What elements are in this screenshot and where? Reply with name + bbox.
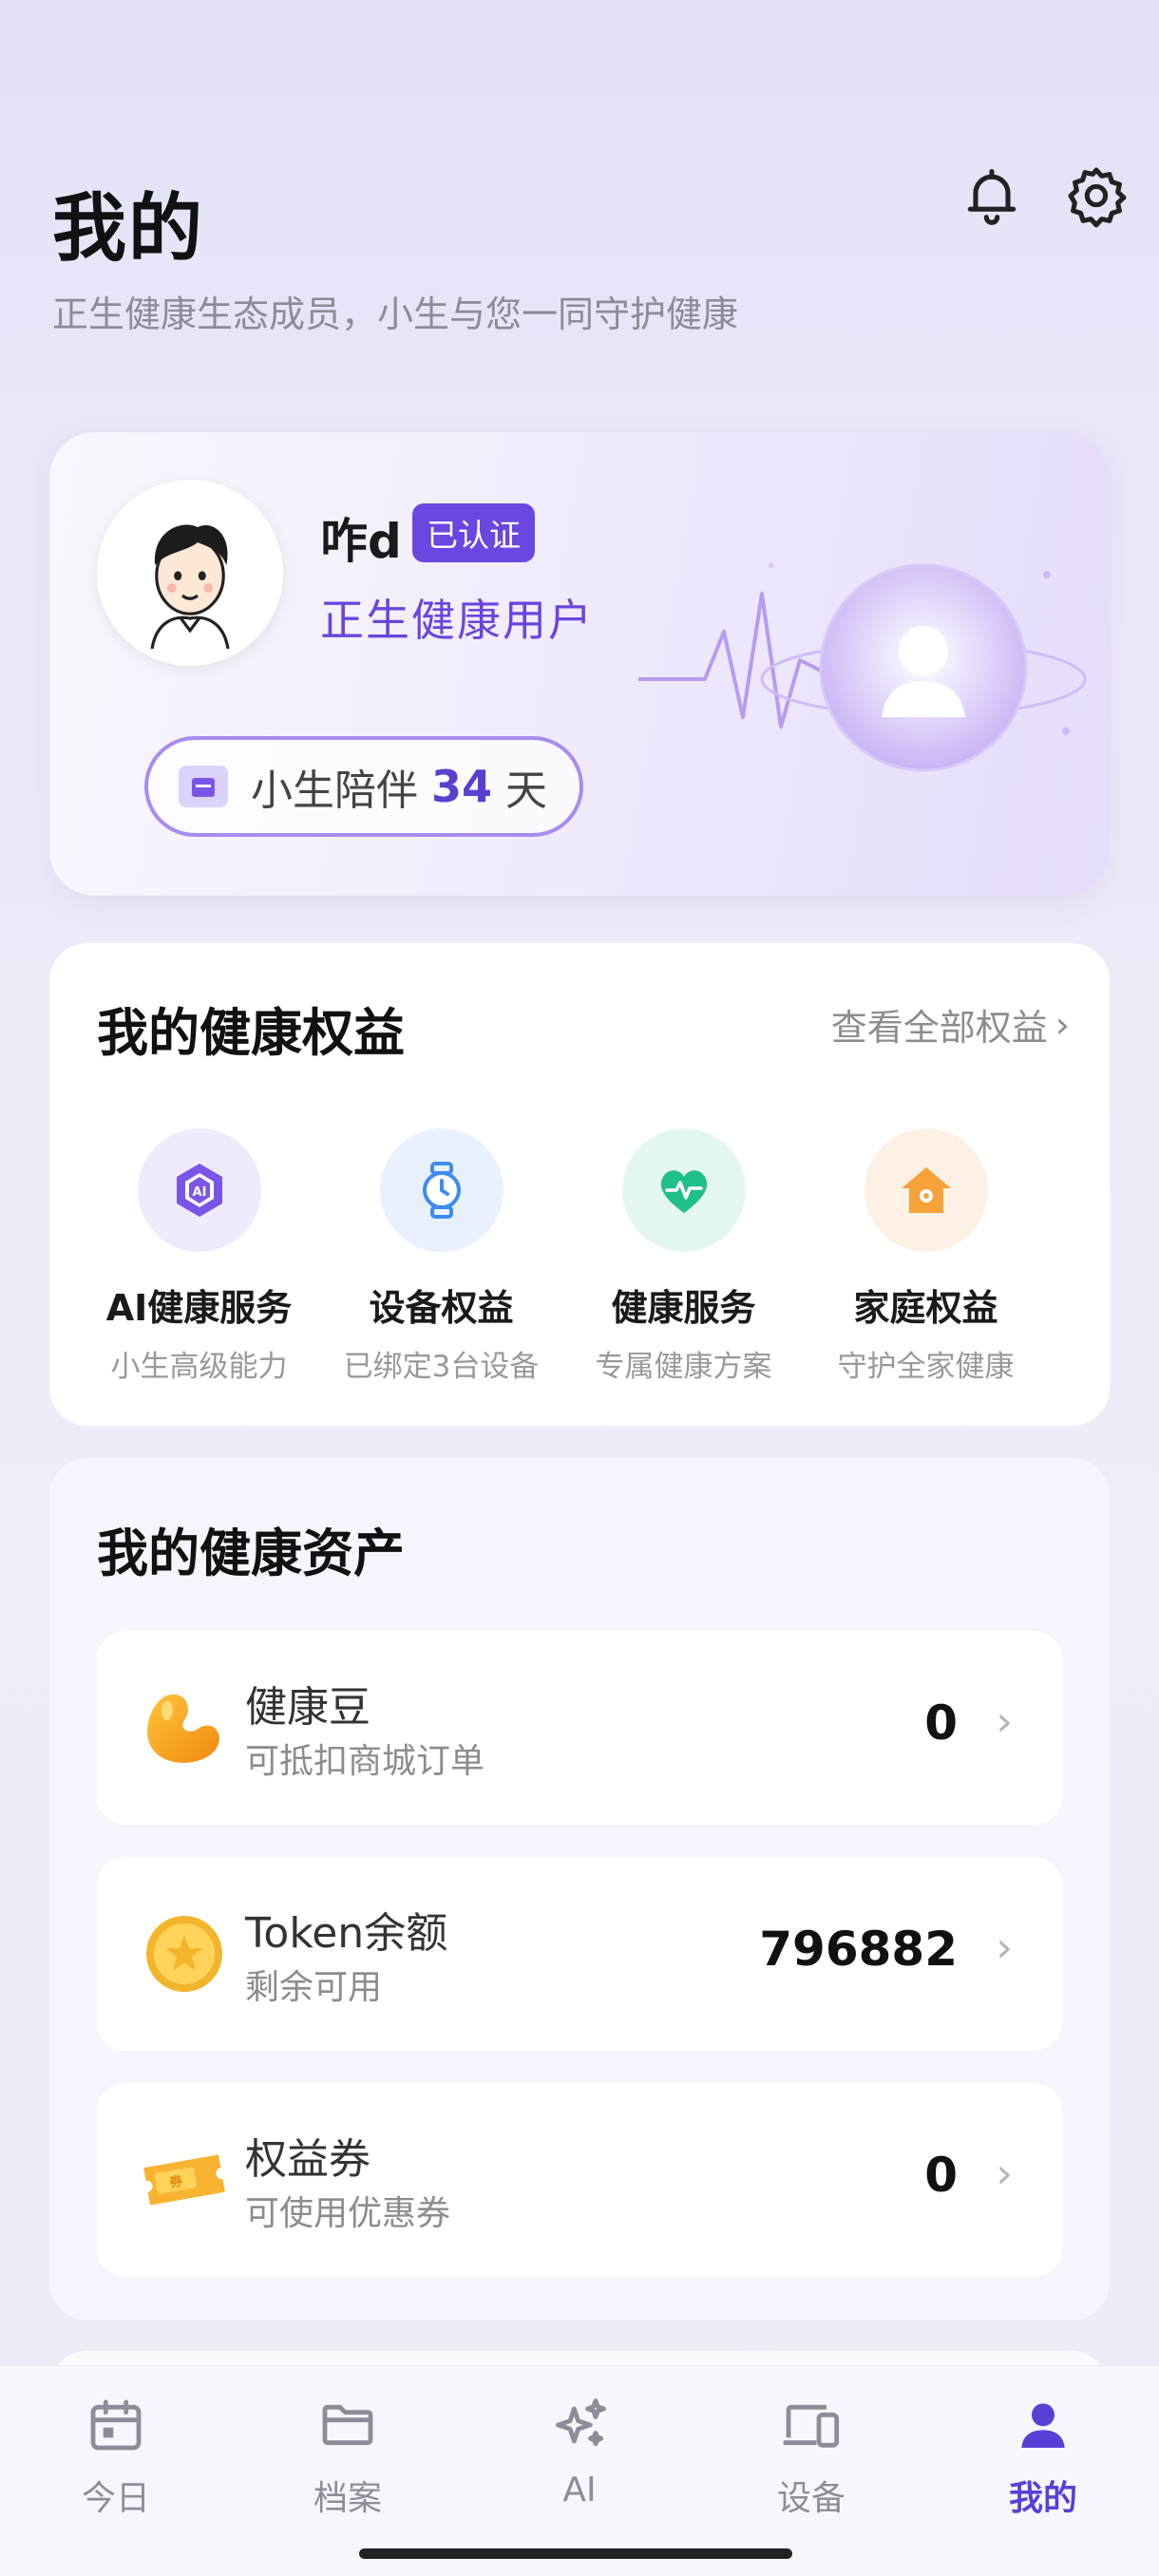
nav-item-devices[interactable]: 设备 — [716, 2387, 906, 2520]
profile-card[interactable]: 咋d 已认证 正生健康用户 小生陪伴 34 天 — [49, 432, 1110, 896]
username: 咋d — [320, 514, 402, 569]
chevron-right-icon: › — [996, 2150, 1013, 2198]
asset-desc: 可使用优惠券 — [245, 2194, 451, 2233]
nav-label: 档案 — [313, 2479, 382, 2518]
chevron-right-icon: › — [1054, 1003, 1070, 1046]
home-icon — [864, 1128, 988, 1252]
chevron-right-icon: › — [996, 1923, 1013, 1972]
bean-icon — [137, 1680, 232, 1775]
coupon-icon: 券 — [137, 2132, 232, 2227]
benefit-family[interactable]: 家庭权益 守护全家健康 — [805, 1128, 1047, 1385]
sparkle-icon — [542, 2387, 618, 2463]
bell-icon[interactable] — [958, 161, 1026, 230]
asset-row-token-balance[interactable]: Token余额 剩余可用 796882 › — [97, 1857, 1062, 2051]
watch-icon — [379, 1128, 504, 1252]
calendar-badge-icon — [179, 766, 228, 807]
asset-desc: 剩余可用 — [245, 1968, 383, 2007]
view-all-benefits-link[interactable]: 查看全部权益 › — [831, 998, 1070, 1051]
person-icon — [1005, 2387, 1081, 2463]
assets-title: 我的健康资产 — [97, 1524, 405, 1583]
svg-text:AI: AI — [192, 1185, 206, 1200]
view-all-label: 查看全部权益 — [830, 1007, 1048, 1049]
asset-name: 权益券 — [245, 2135, 370, 2184]
benefits-card: 我的健康权益 查看全部权益 › AI AI健康服务 小生高级能力 设备权益 已绑 — [49, 943, 1110, 1426]
benefits-title: 我的健康权益 — [97, 1003, 405, 1063]
heart-pulse-icon — [621, 1128, 746, 1252]
nav-item-ai[interactable]: AI — [484, 2387, 674, 2510]
avatar[interactable] — [97, 480, 283, 666]
asset-name: Token余额 — [245, 1909, 448, 1958]
asset-value: 796882 — [759, 1922, 958, 1977]
page-title: 我的 — [52, 186, 205, 272]
nav-item-today[interactable]: 今日 — [21, 2387, 211, 2520]
ai-chip-icon: AI — [137, 1128, 261, 1252]
companion-unit: 天 — [505, 767, 548, 815]
benefit-desc: 专属健康方案 — [595, 1350, 772, 1384]
header: 我的 — [52, 169, 204, 275]
gear-icon[interactable] — [1062, 161, 1130, 230]
benefit-title: 健康服务 — [611, 1287, 756, 1329]
coin-icon — [137, 1906, 232, 2001]
calendar-icon — [78, 2387, 154, 2463]
asset-row-coupons[interactable]: 券 权益券 可使用优惠券 0 › — [97, 2083, 1062, 2277]
devices-icon — [773, 2387, 849, 2463]
asset-name: 健康豆 — [245, 1683, 370, 1732]
assets-card: 我的健康资产 健康豆 可抵扣商城订单 0 › Token余额 剩余可用 7968… — [49, 1458, 1110, 2320]
verified-badge: 已认证 — [412, 503, 535, 562]
companion-days: 34 — [431, 761, 493, 812]
benefit-desc: 已绑定3台设备 — [343, 1350, 540, 1384]
benefit-desc: 守护全家健康 — [837, 1350, 1015, 1384]
bottom-nav: 今日 档案 AI 设备 我的 — [0, 2365, 1159, 2576]
folder-icon — [310, 2387, 386, 2463]
companion-prefix: 小生陪伴 — [251, 767, 418, 815]
asset-row-health-beans[interactable]: 健康豆 可抵扣商城订单 0 › — [97, 1631, 1062, 1825]
benefit-health-service[interactable]: 健康服务 专属健康方案 — [562, 1128, 805, 1385]
benefit-device[interactable]: 设备权益 已绑定3台设备 — [320, 1128, 562, 1385]
health-illustration — [619, 537, 1094, 784]
nav-label: 今日 — [81, 2479, 150, 2518]
nav-item-mine[interactable]: 我的 — [948, 2387, 1138, 2520]
nav-label: 设备 — [776, 2479, 846, 2518]
user-type-label: 正生健康用户 — [320, 595, 594, 646]
nav-label: AI — [562, 2471, 597, 2510]
home-indicator[interactable] — [359, 2548, 792, 2559]
benefit-desc: 小生高级能力 — [110, 1350, 288, 1384]
nav-label: 我的 — [1008, 2479, 1077, 2518]
asset-desc: 可抵扣商城订单 — [245, 1742, 485, 1781]
chevron-right-icon: › — [996, 1697, 1013, 1746]
benefit-title: 设备权益 — [369, 1287, 514, 1329]
asset-value: 0 — [924, 2148, 958, 2203]
nav-item-records[interactable]: 档案 — [253, 2387, 443, 2520]
page-subtitle: 正生健康生态成员，小生与您一同守护健康 — [52, 294, 739, 335]
benefit-title: AI健康服务 — [105, 1287, 293, 1329]
asset-value: 0 — [924, 1695, 958, 1751]
benefit-ai-service[interactable]: AI AI健康服务 小生高级能力 — [78, 1128, 320, 1385]
companion-days-pill[interactable]: 小生陪伴 34 天 — [144, 736, 583, 837]
benefit-title: 家庭权益 — [853, 1287, 998, 1329]
